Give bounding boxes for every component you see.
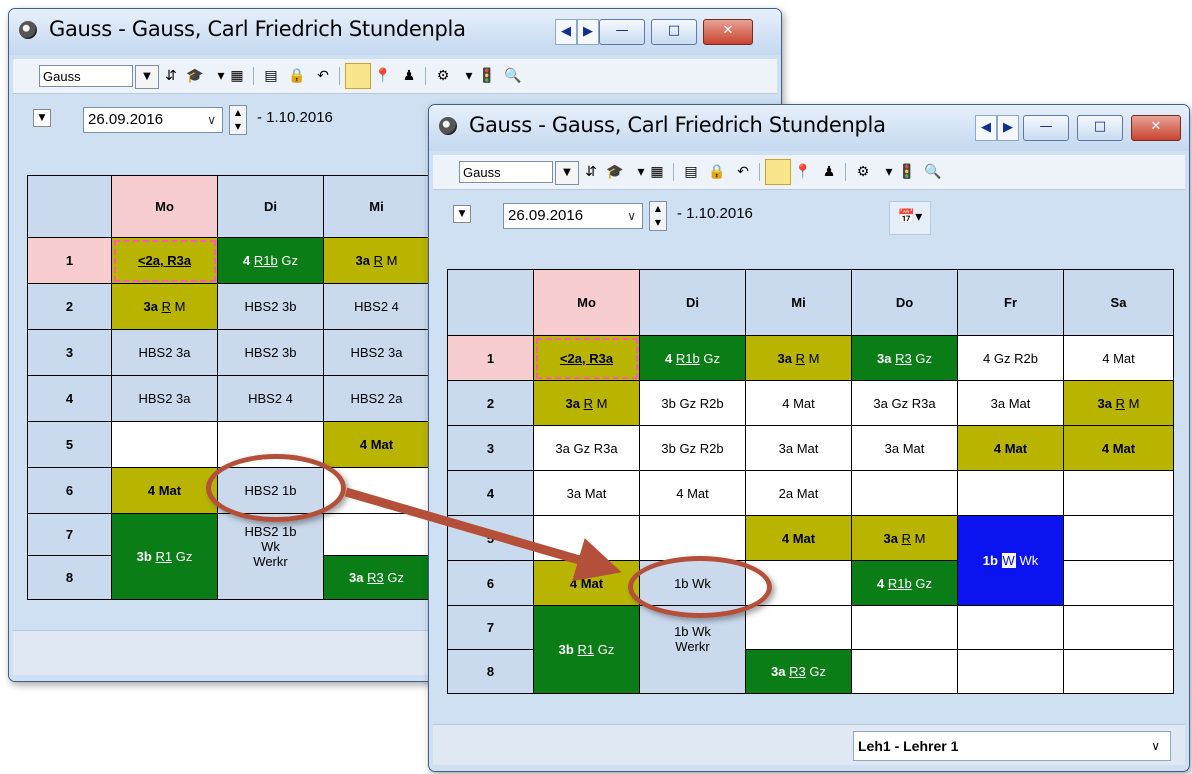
annotation-arrow — [344, 487, 622, 582]
arrow-line — [344, 487, 622, 582]
